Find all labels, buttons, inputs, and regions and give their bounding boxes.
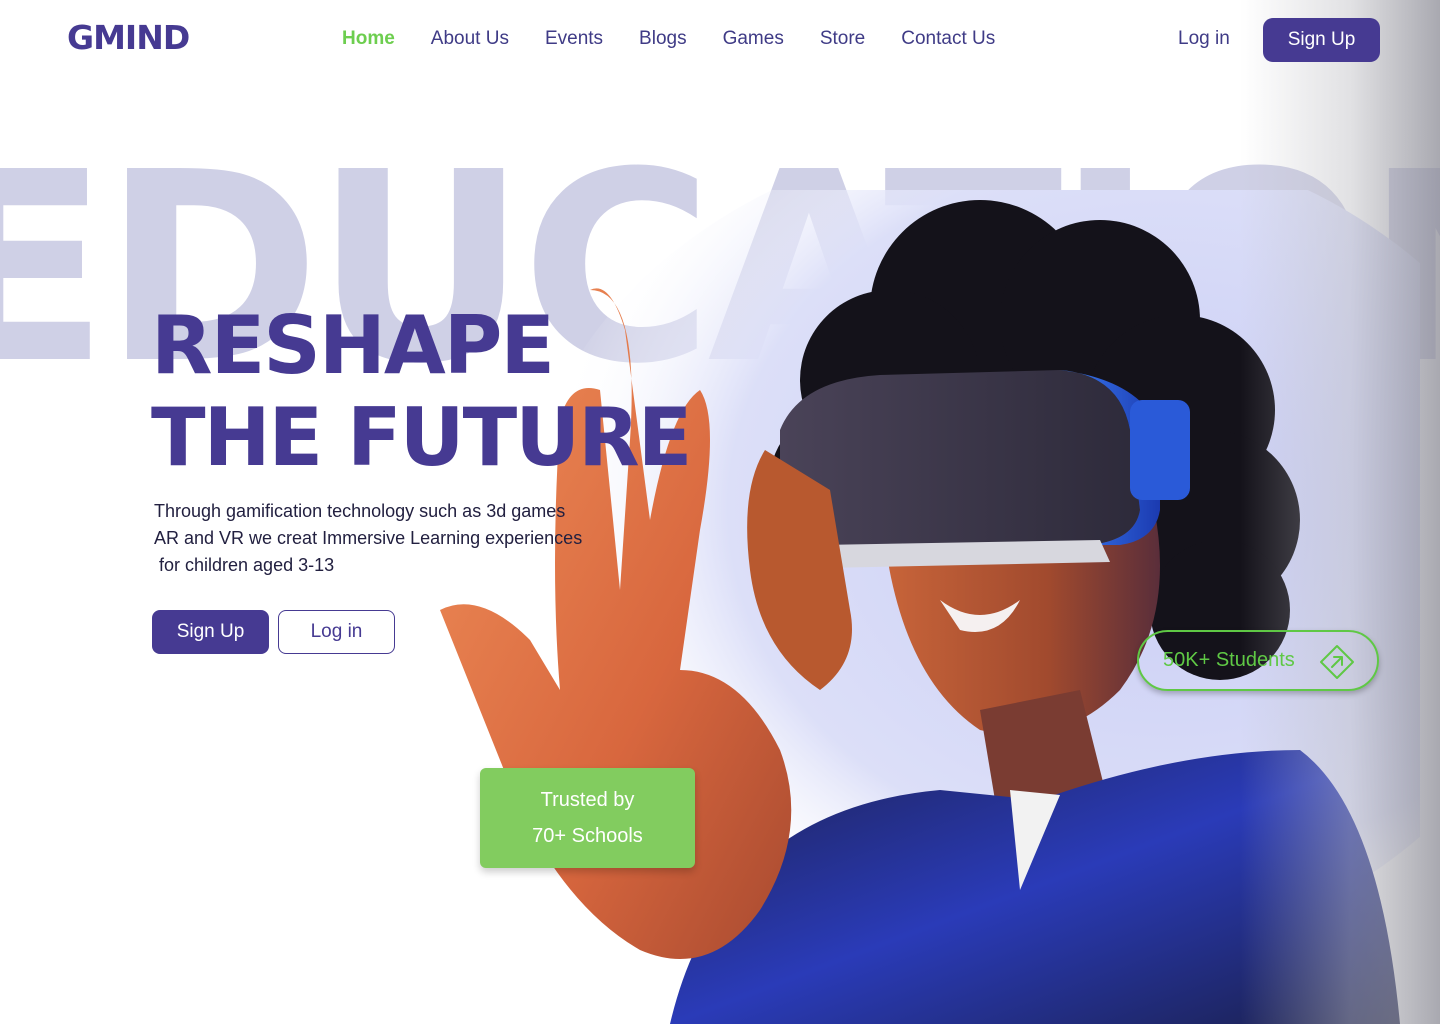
top-navbar: GMIND Home About Us Events Blogs Games S… [0,0,1440,82]
nav-link-blogs[interactable]: Blogs [639,28,687,50]
nav-link-about-us[interactable]: About Us [431,28,509,50]
hero-login-button[interactable]: Log in [278,610,395,654]
nav-links: Home About Us Events Blogs Games Store C… [342,28,995,50]
nav-login-link[interactable]: Log in [1178,28,1230,50]
nav-link-events[interactable]: Events [545,28,603,50]
headline-line-1: RESHAPE [151,299,555,392]
landing-page: EDUCATION [0,0,1440,1024]
trusted-line-2: 70+ Schools [532,825,643,847]
nav-link-store[interactable]: Store [820,28,865,50]
nav-signup-button[interactable]: Sign Up [1263,18,1380,62]
trusted-line-1: Trusted by [540,789,635,811]
headline-line-2: THE FUTURE [151,391,692,484]
hero-headline: RESHAPE THE FUTURE [151,299,692,484]
description-line-2: AR and VR we creat Immersive Learning ex… [154,528,583,548]
arrow-up-right-diamond-icon [1320,645,1354,679]
nav-link-home[interactable]: Home [342,28,395,50]
description-line-3: for children aged 3-13 [154,555,335,575]
hero-signup-button[interactable]: Sign Up [152,610,269,654]
nav-link-games[interactable]: Games [723,28,784,50]
nav-link-contact-us[interactable]: Contact Us [901,28,995,50]
trusted-by-badge: Trusted by 70+ Schools [480,768,695,868]
brand-logo[interactable]: GMIND [67,18,190,57]
description-line-1: Through gamification technology such as … [154,501,566,521]
students-badge-label: 50K+ Students [1163,649,1295,671]
hero-description: Through gamification technology such as … [154,498,634,579]
students-badge[interactable]: 50K+ Students [1137,630,1379,691]
